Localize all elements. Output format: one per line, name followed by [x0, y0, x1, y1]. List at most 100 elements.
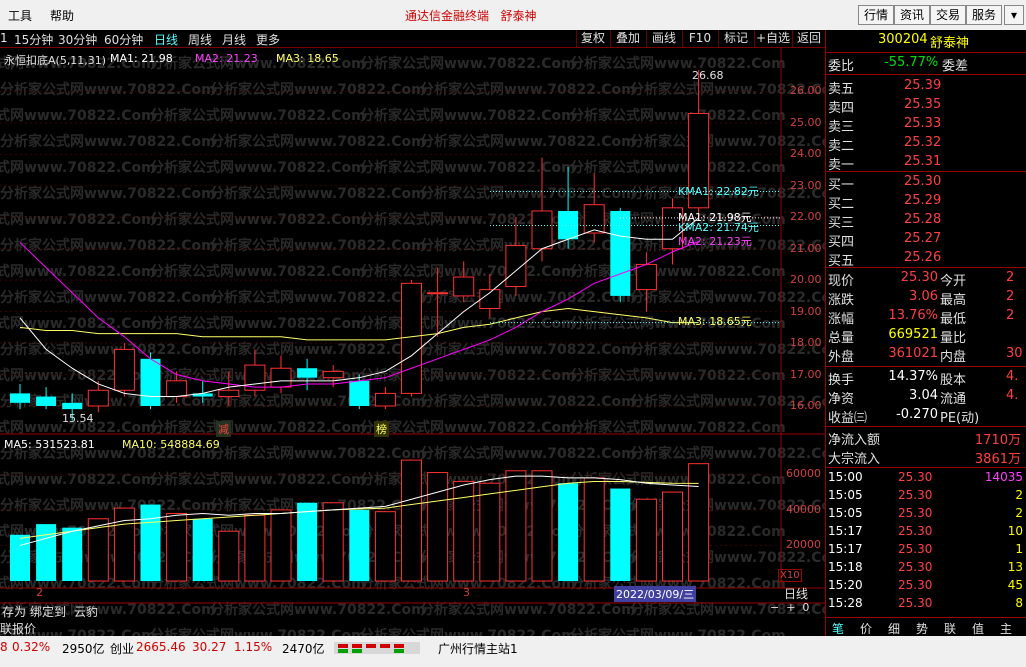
period-1min[interactable]: 1 [0, 31, 8, 45]
quote-row: 总量 669521 量比 [826, 327, 1026, 346]
watermark-text: 分析家公式网www.70822.Com [150, 315, 366, 332]
period-day[interactable]: 日线 [154, 31, 178, 48]
tick-time: 15:05 [828, 488, 863, 502]
candle-body [87, 389, 109, 407]
biaoji-button[interactable]: 标记 [718, 30, 753, 47]
flow-value: 3861万 [974, 452, 1021, 467]
f10-button[interactable]: F10 [682, 30, 717, 47]
candle-body [583, 204, 605, 234]
candle-body [270, 367, 292, 388]
vol-axis-label: 40000 [786, 502, 821, 516]
watermark-text: 分析家公式网www.70822.Com [0, 81, 216, 98]
fuquan-button[interactable]: 复权 [576, 30, 609, 47]
candle-body [453, 276, 475, 297]
price-axis-label: 18.00 [790, 336, 822, 350]
tab-yunbao[interactable]: 云豹 [74, 603, 98, 620]
volume-bar [688, 463, 710, 582]
indicator-ma3: MA3: 18.65 [276, 52, 339, 65]
right-tab[interactable]: 联 [944, 620, 956, 637]
tick-row[interactable]: 15:05 25.30 2 [826, 506, 1026, 525]
vol-axis-label: 20000 [786, 538, 821, 552]
row-price: 25.31 [904, 154, 942, 169]
volume-bar [374, 511, 396, 582]
bid-row[interactable]: 买四 25.27 [826, 231, 1026, 250]
ma2-label: MA2: 21.23元 [678, 235, 752, 248]
row-price: 25.26 [904, 250, 942, 265]
tick-row[interactable]: 15:17 25.30 1 [826, 542, 1026, 561]
kline-chart[interactable]: 分析家公式网www.70822.Com分析家公式网www.70822.Com分析… [0, 48, 825, 636]
quote-v1: 25.30 [900, 270, 938, 285]
price-axis-label: 20.00 [790, 273, 822, 287]
price-axis-label: 26.00 [790, 84, 822, 98]
watermark-text: 分析家公式网www.70822.Com [210, 289, 426, 306]
jiaoyi-button[interactable]: 交易 [930, 5, 966, 25]
huaxian-button[interactable]: 画线 [646, 30, 681, 47]
menu-tools[interactable]: 工具 [8, 7, 32, 24]
price-axis-label: 19.00 [790, 304, 822, 318]
watermark-text: 分析家公式网www.70822.Com [0, 263, 156, 280]
quote-row: 现价 25.30 今开 2 [826, 270, 1026, 289]
ask-row[interactable]: 卖二 25.32 [826, 135, 1026, 154]
row-label: 卖二 [828, 139, 855, 154]
period-60min[interactable]: 60分钟 [104, 31, 143, 48]
candle-body [505, 245, 527, 287]
ask-row[interactable]: 卖三 25.33 [826, 116, 1026, 135]
bid-row[interactable]: 买一 25.30 [826, 174, 1026, 193]
tick-time: 15:17 [828, 524, 863, 538]
period-15min[interactable]: 15分钟 [14, 31, 53, 48]
volume-bar [62, 527, 83, 581]
quote-v1: 669521 [888, 327, 938, 342]
watermark-text: 分析家公式网www.70822.Com [0, 107, 156, 124]
quote-v2: 4. [1006, 388, 1019, 403]
volume-bar [36, 524, 57, 581]
right-tab[interactable]: 值 [972, 620, 984, 637]
watermark-text: 分析家公式网www.70822.Com [0, 159, 156, 176]
tick-row[interactable]: 15:20 25.30 45 [826, 578, 1026, 597]
tick-row[interactable]: 15:18 25.30 13 [826, 560, 1026, 579]
tick-volume: 45 [1007, 578, 1023, 592]
diejia-button[interactable]: 叠加 [610, 30, 645, 47]
weicha-label: 委差 [942, 59, 969, 74]
watermark-text: 分析家公式网www.70822.Com [0, 133, 216, 150]
tab-save[interactable]: 存为 [2, 603, 26, 620]
bid-row[interactable]: 买三 25.28 [826, 212, 1026, 231]
watermark-text: 分析家公式网www.70822.Com [360, 627, 576, 636]
candle-body [297, 368, 318, 378]
tab-quote[interactable]: 联报价 [0, 620, 36, 637]
right-tab[interactable]: 细 [888, 620, 900, 637]
period-month[interactable]: 月线 [222, 31, 246, 48]
tick-time: 15:28 [828, 596, 863, 610]
flow-value: 1710万 [974, 433, 1021, 448]
right-tab[interactable]: 价 [860, 620, 872, 637]
volume-bar [505, 470, 527, 582]
tick-row[interactable]: 15:28 25.30 8 [826, 596, 1026, 615]
right-tab[interactable]: 势 [916, 620, 928, 637]
back-button[interactable]: 返回 [792, 30, 825, 47]
watermark-text: 分析家公式网www.70822.Com [360, 55, 576, 72]
right-tab[interactable]: 主 [1000, 620, 1012, 637]
tick-price: 25.30 [898, 488, 933, 502]
right-tab[interactable]: 笔 [832, 620, 844, 637]
hangqing-button[interactable]: 行情 [858, 5, 894, 25]
period-more[interactable]: 更多 [256, 31, 280, 48]
menu-arrow-icon[interactable]: ▾ [1004, 5, 1024, 25]
tick-row[interactable]: 15:17 25.30 10 [826, 524, 1026, 543]
quote-k1: 净资 [828, 392, 855, 407]
fuwu-button[interactable]: 服务 [966, 5, 1002, 25]
tab-bind[interactable]: 绑定到 [30, 603, 66, 620]
zixun-button[interactable]: 资讯 [894, 5, 930, 25]
tick-row[interactable]: 15:00 25.30 14035 [826, 470, 1026, 489]
watermark-text: 分析家公式网www.70822.Com [150, 263, 366, 280]
tick-row[interactable]: 15:05 25.30 2 [826, 488, 1026, 507]
period-week[interactable]: 周线 [188, 31, 212, 48]
period-30min[interactable]: 30分钟 [58, 31, 97, 48]
volume-bar [244, 514, 266, 582]
quote-v2: 2 [1006, 308, 1015, 323]
zoom-controls[interactable]: − + 0 [770, 601, 809, 614]
menu-help[interactable]: 帮助 [50, 7, 74, 24]
period-label: 日线 [784, 587, 809, 601]
bid-row[interactable]: 买二 25.29 [826, 193, 1026, 212]
ask-row[interactable]: 卖四 25.35 [826, 97, 1026, 116]
ask-row[interactable]: 卖五 25.39 [826, 78, 1026, 97]
add-watchlist-button[interactable]: +自选 [754, 30, 791, 47]
